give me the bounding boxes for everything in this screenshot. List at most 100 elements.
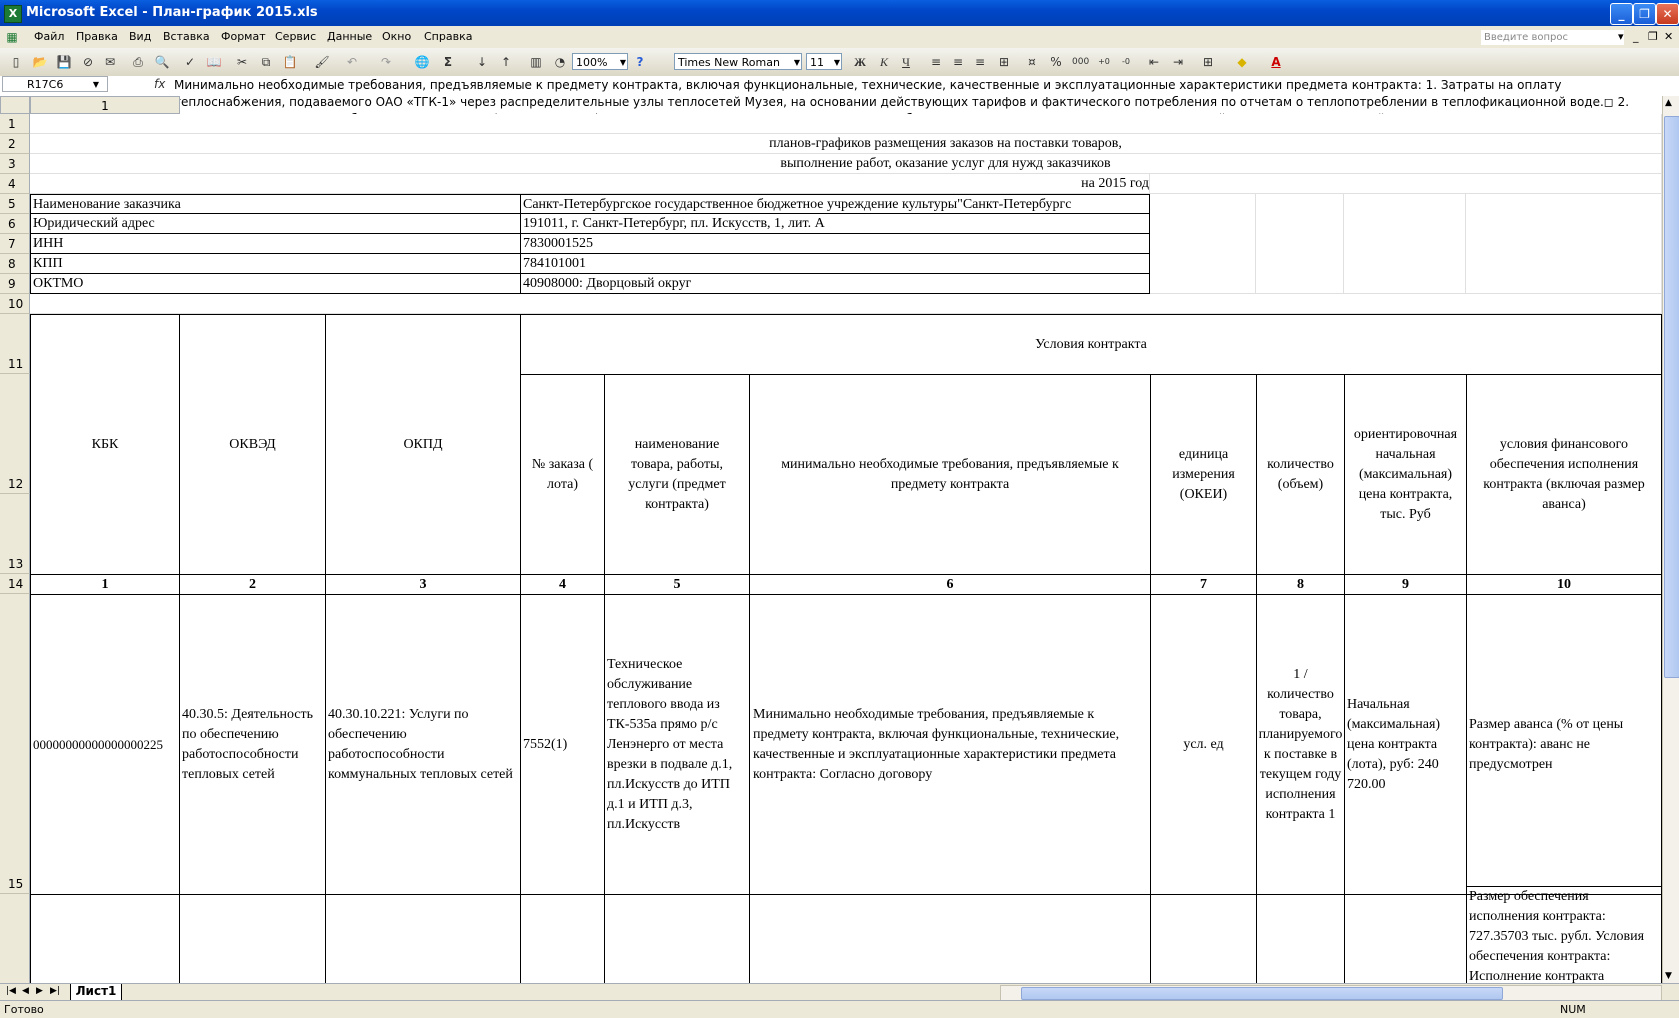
horizontal-scroll-thumb[interactable] <box>1021 987 1503 1000</box>
row-header-16[interactable] <box>0 894 30 983</box>
cell-empty[interactable] <box>749 894 1151 983</box>
header-quantity[interactable]: количество (объем) <box>1256 374 1345 575</box>
col-number[interactable]: 4 <box>520 574 605 595</box>
autosum-icon[interactable]: Σ <box>440 54 456 70</box>
undo-icon[interactable]: ↶ <box>344 54 360 70</box>
dropdown-arrow-icon[interactable]: ▾ <box>1618 30 1624 43</box>
header-item-name[interactable]: наименование товара, работы, услуги (пре… <box>604 374 750 575</box>
doc-minimize-button[interactable]: _ <box>1633 30 1639 43</box>
cell-empty[interactable] <box>30 894 180 983</box>
hyperlink-icon[interactable]: 🌐 <box>414 54 430 70</box>
info-label-customer[interactable]: Наименование заказчика <box>30 194 521 214</box>
print-preview-icon[interactable]: 🔍 <box>154 54 170 70</box>
info-value-oktmo[interactable]: 40908000: Дворцовый округ <box>520 273 1150 294</box>
header-requirements[interactable]: минимально необходимые требования, предъ… <box>749 374 1151 575</box>
prev-sheet-icon[interactable]: ◀ <box>22 986 29 996</box>
menu-format[interactable]: Формат <box>221 30 266 43</box>
col-number[interactable]: 6 <box>749 574 1151 595</box>
info-value-address[interactable]: 191011, г. Санкт-Петербург, пл. Искусств… <box>520 213 1150 234</box>
format-painter-icon[interactable]: 🖌 <box>314 54 330 70</box>
doc-close-button[interactable]: ✕ <box>1664 30 1673 43</box>
comma-style-icon[interactable]: 000 <box>1072 54 1089 70</box>
col-number[interactable]: 5 <box>604 574 750 595</box>
spreadsheet-grid[interactable]: 1 2 3 4 5 6 7 8 9 10 11 12 13 14 15 план… <box>0 114 1662 983</box>
row-header-4[interactable]: 4 <box>0 174 30 194</box>
font-name-select[interactable]: Times New Roman ▼ <box>674 53 802 70</box>
cell-unit[interactable]: усл. ед <box>1150 594 1257 895</box>
bold-button[interactable]: Ж <box>852 54 868 70</box>
row-header-15[interactable]: 15 <box>0 594 30 894</box>
spelling-icon[interactable]: ✓ <box>182 54 198 70</box>
info-value-inn[interactable]: 7830001525 <box>520 233 1150 254</box>
info-label-address[interactable]: Юридический адрес <box>30 213 521 234</box>
email-icon[interactable]: ✉ <box>102 54 118 70</box>
fill-color-icon[interactable]: ◆ <box>1234 54 1250 70</box>
row-header-2[interactable]: 2 <box>0 134 30 154</box>
header-conditions[interactable]: Условия контракта <box>520 314 1662 375</box>
italic-button[interactable]: К <box>876 54 892 70</box>
cell-finance-2[interactable]: Размер обеспечения исполнения контракта:… <box>1466 886 1662 983</box>
permission-icon[interactable]: ⊘ <box>80 54 96 70</box>
cell-kbk[interactable]: 00000000000000000225 <box>30 594 180 895</box>
drawing-icon[interactable]: ◔ <box>552 54 568 70</box>
decrease-indent-icon[interactable]: ⇤ <box>1146 54 1162 70</box>
cell-finance[interactable]: Размер аванса (% от цены контракта): ава… <box>1466 594 1662 895</box>
font-color-icon[interactable]: A <box>1268 54 1284 70</box>
redo-icon[interactable]: ↷ <box>378 54 394 70</box>
cell-empty[interactable] <box>520 894 605 983</box>
col-number[interactable]: 8 <box>1256 574 1345 595</box>
ask-question-input[interactable]: Введите вопрос <box>1480 29 1625 46</box>
row-4-rest[interactable] <box>1150 174 1662 194</box>
row-header-8[interactable]: 8 <box>0 254 30 274</box>
cell-price[interactable]: Начальная (максимальная) цена контракта … <box>1344 594 1467 895</box>
print-icon[interactable]: ⎙ <box>130 54 146 70</box>
menu-tools[interactable]: Сервис <box>275 30 316 43</box>
empty-cells[interactable] <box>1466 194 1662 294</box>
row-header-10[interactable]: 10 <box>0 294 30 314</box>
header-okved[interactable]: ОКВЭД <box>179 314 326 575</box>
increase-decimal-icon[interactable]: +0 <box>1096 54 1112 70</box>
sort-descending-icon[interactable]: ↑ <box>498 54 514 70</box>
empty-cells[interactable] <box>1150 194 1256 294</box>
empty-cells[interactable] <box>1256 194 1344 294</box>
cell-empty[interactable] <box>325 894 521 983</box>
save-icon[interactable]: 💾 <box>56 54 72 70</box>
header-unit[interactable]: единица измерения (ОКЕИ) <box>1150 374 1257 575</box>
fx-icon[interactable]: fx <box>154 77 165 91</box>
first-sheet-icon[interactable]: |◀ <box>6 986 16 996</box>
col-number[interactable]: 10 <box>1466 574 1662 595</box>
cell-item-name[interactable]: Техническое обслуживание теплового ввода… <box>604 594 750 895</box>
align-center-icon[interactable]: ≡ <box>950 54 966 70</box>
title-line-2[interactable]: выполнение работ, оказание услуг для нуж… <box>30 154 1662 174</box>
cell-quantity[interactable]: 1 / количество товара, планируемого к по… <box>1256 594 1345 895</box>
select-all-corner[interactable] <box>0 96 30 114</box>
header-order-no[interactable]: № заказа ( лота) <box>520 374 605 575</box>
sheet-tab-list1[interactable]: Лист1 <box>70 984 122 1001</box>
scroll-down-icon[interactable]: ▼ <box>1665 971 1672 981</box>
zoom-select[interactable]: 100% ▼ <box>572 53 628 70</box>
col-number[interactable]: 3 <box>325 574 521 595</box>
row-header-9[interactable]: 9 <box>0 274 30 294</box>
info-value-customer[interactable]: Санкт-Петербургское государственное бюдж… <box>520 194 1150 214</box>
row-header-1[interactable]: 1 <box>0 114 30 134</box>
align-right-icon[interactable]: ≡ <box>972 54 988 70</box>
col-number[interactable]: 9 <box>1344 574 1467 595</box>
help-icon[interactable]: ? <box>632 54 648 70</box>
merge-center-icon[interactable]: ⊞ <box>996 54 1012 70</box>
header-price[interactable]: ориентировочная начальная (максимальная)… <box>1344 374 1467 575</box>
vertical-scrollbar[interactable]: ▲ ▼ <box>1662 96 1679 983</box>
info-label-inn[interactable]: ИНН <box>30 233 521 254</box>
percent-icon[interactable]: % <box>1048 54 1064 70</box>
row-header-12[interactable]: 12 <box>0 374 30 494</box>
empty-cells[interactable] <box>1344 194 1466 294</box>
menu-edit[interactable]: Правка <box>76 30 118 43</box>
horizontal-scrollbar[interactable] <box>1000 985 1662 1001</box>
row-header-11[interactable]: 11 <box>0 314 30 374</box>
col-number[interactable]: 1 <box>30 574 180 595</box>
name-box[interactable]: R17C6 ▼ <box>2 76 108 92</box>
currency-icon[interactable]: ¤ <box>1024 54 1040 70</box>
row-header-13[interactable]: 13 <box>0 494 30 574</box>
row-header-7[interactable]: 7 <box>0 234 30 254</box>
cell-empty[interactable] <box>1344 894 1467 983</box>
info-label-kpp[interactable]: КПП <box>30 253 521 274</box>
